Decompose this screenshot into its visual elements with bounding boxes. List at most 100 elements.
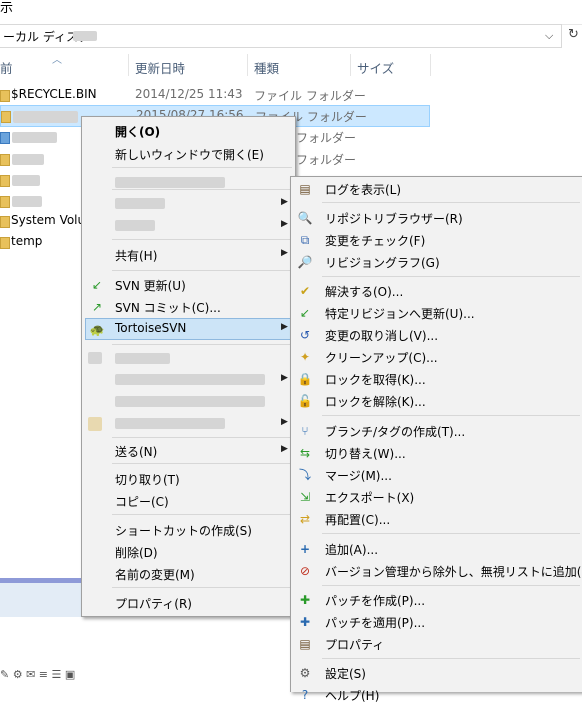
menu-item-help[interactable]: ? ヘルプ(H) bbox=[294, 684, 582, 706]
submenu-arrow-icon: ▶ bbox=[281, 197, 288, 207]
menu-item-get-lock[interactable]: 🔒 ロックを取得(K)... bbox=[294, 368, 582, 390]
title-bar: 示 bbox=[0, 0, 582, 25]
column-separator[interactable] bbox=[128, 54, 129, 76]
file-row[interactable]: $RECYCLE.BIN 2014/12/25 11:43 ファイル フォルダー bbox=[0, 84, 430, 106]
menu-item-label: プロパティ(R) bbox=[115, 597, 192, 611]
menu-item-redacted[interactable] bbox=[85, 391, 292, 413]
menu-item-cut[interactable]: 切り取り(T) bbox=[85, 468, 292, 490]
column-header-size[interactable]: サイズ bbox=[357, 58, 394, 77]
menu-item-settings[interactable]: ⚙ 設定(S) bbox=[294, 662, 582, 684]
menu-item-revert[interactable]: ↺ 変更の取り消し(V)... bbox=[294, 324, 582, 346]
menu-item-show-log[interactable]: ▤ ログを表示(L) bbox=[294, 178, 582, 200]
menu-item-cleanup[interactable]: ✦ クリーンアップ(C)... bbox=[294, 346, 582, 368]
menu-item-ignore[interactable]: ⊘ バージョン管理から除外し、無視リストに追加(I) bbox=[294, 560, 582, 582]
menu-item-branch-tag[interactable]: ⑂ ブランチ/タグの作成(T)... bbox=[294, 420, 582, 442]
menu-item-switch[interactable]: ⇆ 切り替え(W)... bbox=[294, 442, 582, 464]
details-pane bbox=[0, 578, 82, 617]
menu-item-send-to[interactable]: 送る(N) ▶ bbox=[85, 440, 292, 462]
menu-item-open-new-window[interactable]: 新しいウィンドウで開く(E) bbox=[85, 143, 292, 165]
submenu-arrow-icon: ▶ bbox=[281, 322, 288, 332]
menu-item-redacted[interactable]: ▶ bbox=[85, 413, 292, 435]
blurred-menu-label bbox=[115, 396, 265, 407]
column-separator[interactable] bbox=[430, 54, 431, 76]
menu-item-label: 解決する(O)... bbox=[325, 285, 404, 299]
submenu-arrow-icon: ▶ bbox=[281, 444, 288, 454]
menu-item-create-patch[interactable]: ✚ パッチを作成(P)... bbox=[294, 589, 582, 611]
menu-separator bbox=[322, 202, 580, 203]
menu-item-properties[interactable]: プロパティ(R) bbox=[85, 592, 292, 614]
menu-item-delete[interactable]: 削除(D) bbox=[85, 541, 292, 563]
menu-item-label: バージョン管理から除外し、無視リストに追加(I) bbox=[325, 565, 582, 579]
menu-item-release-lock[interactable]: 🔓 ロックを解除(K)... bbox=[294, 390, 582, 412]
menu-item-svn-commit[interactable]: ↗ SVN コミット(C)... bbox=[85, 296, 292, 318]
create-patch-icon: ✚ bbox=[299, 593, 311, 607]
menu-item-update-to-revision[interactable]: ↙ 特定リビジョンへ更新(U)... bbox=[294, 302, 582, 324]
menu-item-tortoisesvn[interactable]: 🐢 TortoiseSVN ▶ bbox=[85, 318, 292, 340]
menu-separator bbox=[112, 587, 292, 588]
context-menu: 開く(O) 新しいウィンドウで開く(E) ▶ ▶ 共有(H) ▶ ↙ SVN 更… bbox=[81, 116, 296, 617]
add-icon: + bbox=[299, 542, 311, 556]
menu-item-label: リポジトリブラウザー(R) bbox=[325, 212, 463, 226]
menu-item-label: ブランチ/タグの作成(T)... bbox=[325, 425, 466, 439]
menu-item-revision-graph[interactable]: 🔎 リビジョングラフ(G) bbox=[294, 251, 582, 273]
menu-item-export[interactable]: ⇲ エクスポート(X) bbox=[294, 486, 582, 508]
blurred-file-name bbox=[13, 111, 78, 123]
column-header-row: 前 更新日時 種類 サイズ bbox=[0, 50, 582, 80]
toolbar-icon[interactable]: ✎ ⚙ ✉ ≡ ☰ ▣ bbox=[0, 668, 75, 681]
menu-item-merge[interactable]: ⤵ マージ(M)... bbox=[294, 464, 582, 486]
menu-item-label: 変更をチェック(F) bbox=[325, 234, 426, 248]
revision-graph-icon: 🔎 bbox=[297, 255, 313, 269]
menu-item-check-modifications[interactable]: ⧉ 変更をチェック(F) bbox=[294, 229, 582, 251]
column-separator[interactable] bbox=[247, 54, 248, 76]
column-separator[interactable] bbox=[350, 54, 351, 76]
menu-item-label: エクスポート(X) bbox=[325, 491, 415, 505]
lock-icon: 🔒 bbox=[297, 372, 313, 386]
menu-item-redacted[interactable] bbox=[85, 347, 292, 369]
menu-item-create-shortcut[interactable]: ショートカットの作成(S) bbox=[85, 519, 292, 541]
menu-item-share[interactable]: 共有(H) ▶ bbox=[85, 244, 292, 266]
folder-icon bbox=[1, 111, 11, 123]
menu-item-repo-browser[interactable]: 🔍 リポジトリブラウザー(R) bbox=[294, 207, 582, 229]
menu-separator bbox=[322, 276, 580, 277]
chevron-down-icon[interactable]: ⌵ bbox=[545, 29, 553, 43]
menu-item-relocate[interactable]: ⇄ 再配置(C)... bbox=[294, 508, 582, 530]
menu-item-label: パッチを作成(P)... bbox=[325, 594, 426, 608]
column-header-date[interactable]: 更新日時 bbox=[135, 58, 185, 77]
menu-item-label: 共有(H) bbox=[115, 249, 158, 263]
menu-item-label: コピー(C) bbox=[115, 495, 169, 509]
resolve-icon: ✔ bbox=[299, 284, 311, 298]
menu-item-open[interactable]: 開く(O) bbox=[85, 120, 292, 142]
menu-item-label: マージ(M)... bbox=[325, 469, 392, 483]
menu-item-label: リビジョングラフ(G) bbox=[325, 256, 440, 270]
menu-item-label: プロパティ bbox=[325, 638, 385, 652]
address-bar[interactable]: ーカル ディスク ⌵ bbox=[0, 24, 562, 48]
menu-item-resolve[interactable]: ✔ 解決する(O)... bbox=[294, 280, 582, 302]
column-header-type[interactable]: 種類 bbox=[254, 58, 279, 77]
menu-item-apply-patch[interactable]: ✚ パッチを適用(P)... bbox=[294, 611, 582, 633]
menu-item-redacted[interactable]: ▶ bbox=[85, 215, 292, 237]
menu-item-redacted[interactable]: ▶ bbox=[85, 193, 292, 215]
menu-item-label: パッチを適用(P)... bbox=[325, 616, 426, 630]
sort-ascending-icon: ︿ bbox=[52, 55, 62, 66]
tortoise-icon: 🐢 bbox=[89, 323, 105, 337]
menu-item-label: 変更の取り消し(V)... bbox=[325, 329, 439, 343]
menu-item-label: 特定リビジョンへ更新(U)... bbox=[325, 307, 475, 321]
menu-separator bbox=[112, 437, 292, 438]
blurred-file-name bbox=[12, 175, 40, 186]
revert-icon: ↺ bbox=[299, 328, 311, 342]
menu-item-svn-update[interactable]: ↙ SVN 更新(U) bbox=[85, 274, 292, 296]
file-type: フォルダー bbox=[296, 131, 357, 145]
menu-item-label: クリーンアップ(C)... bbox=[325, 351, 438, 365]
menu-item-rename[interactable]: 名前の変更(M) bbox=[85, 563, 292, 585]
menu-item-redacted[interactable]: ▶ bbox=[85, 369, 292, 391]
menu-item-add[interactable]: + 追加(A)... bbox=[294, 538, 582, 560]
column-header-name[interactable]: 前 bbox=[0, 58, 13, 77]
submenu-arrow-icon: ▶ bbox=[281, 219, 288, 229]
menu-item-svn-properties[interactable]: ▤ プロパティ bbox=[294, 633, 582, 655]
window-title: 示 bbox=[0, 1, 14, 16]
update-to-revision-icon: ↙ bbox=[299, 306, 311, 320]
blurred-menu-label bbox=[115, 220, 155, 231]
menu-item-label: 削除(D) bbox=[115, 546, 158, 560]
menu-item-copy[interactable]: コピー(C) bbox=[85, 490, 292, 512]
refresh-icon[interactable]: ↻ bbox=[568, 27, 579, 42]
